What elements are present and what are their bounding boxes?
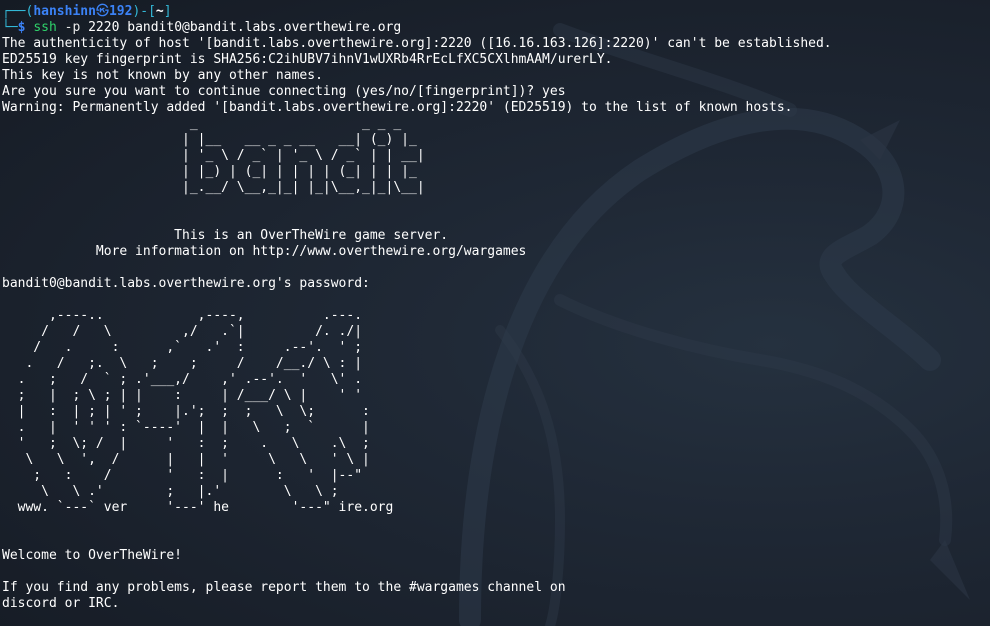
prompt-dollar: $ [17, 20, 26, 35]
ssh-output-line: Are you sure you want to continue connec… [2, 84, 566, 99]
help-message-line: discord or IRC. [2, 596, 120, 611]
prompt-frame-bottom: └─ [2, 20, 18, 35]
ssh-output-line: The authenticity of host '[bandit.labs.o… [2, 36, 832, 51]
shell-command-line[interactable]: └─$ ssh -p 2220 bandit0@bandit.labs.over… [2, 20, 990, 36]
prompt-hostname: 192 [108, 4, 133, 19]
kali-skull-icon: ㉿ [95, 4, 109, 19]
prompt-frame-mid: )-[ [132, 4, 156, 19]
password-prompt: bandit0@bandit.labs.overthewire.org's pa… [2, 276, 370, 291]
ssh-output-line: This key is not known by any other names… [2, 68, 323, 83]
command-name: ssh [33, 20, 57, 35]
prompt-frame-top: ┌──( [2, 4, 34, 19]
overthewire-ascii-logo: ,----.. ,----, .---. / / \ ,/ .`| /. ./|… [17, 308, 394, 515]
prompt-directory: ~ [155, 4, 164, 19]
shell-prompt-header: ┌──(hanshinn㉿192)-[~] [2, 4, 990, 20]
server-info-line: This is an OverTheWire game server. [2, 228, 449, 243]
ssh-output-line: ED25519 key fingerprint is SHA256:C2ihUB… [2, 52, 613, 67]
terminal-window[interactable]: ┌──(hanshinn㉿192)-[~] └─$ ssh -p 2220 ba… [0, 0, 990, 626]
server-info-line: More information on http://www.overthewi… [2, 244, 527, 259]
welcome-message: Welcome to OverTheWire! [2, 548, 183, 563]
bandit-ascii-banner: _ _ _ _ | |__ __ _ _ __ __| (_) |_ | '_ … [182, 116, 425, 195]
terminal-output: ┌──(hanshinn㉿192)-[~] └─$ ssh -p 2220 ba… [2, 4, 990, 612]
ssh-output-line: Warning: Permanently added '[bandit.labs… [2, 100, 793, 115]
prompt-username: hanshinn [33, 4, 96, 19]
help-message-line: If you find any problems, please report … [2, 580, 566, 595]
prompt-frame-end: ] [163, 4, 172, 19]
command-args: 2220 bandit0@bandit.labs.overthewire.org [88, 20, 402, 35]
command-flag: -p [64, 20, 81, 35]
